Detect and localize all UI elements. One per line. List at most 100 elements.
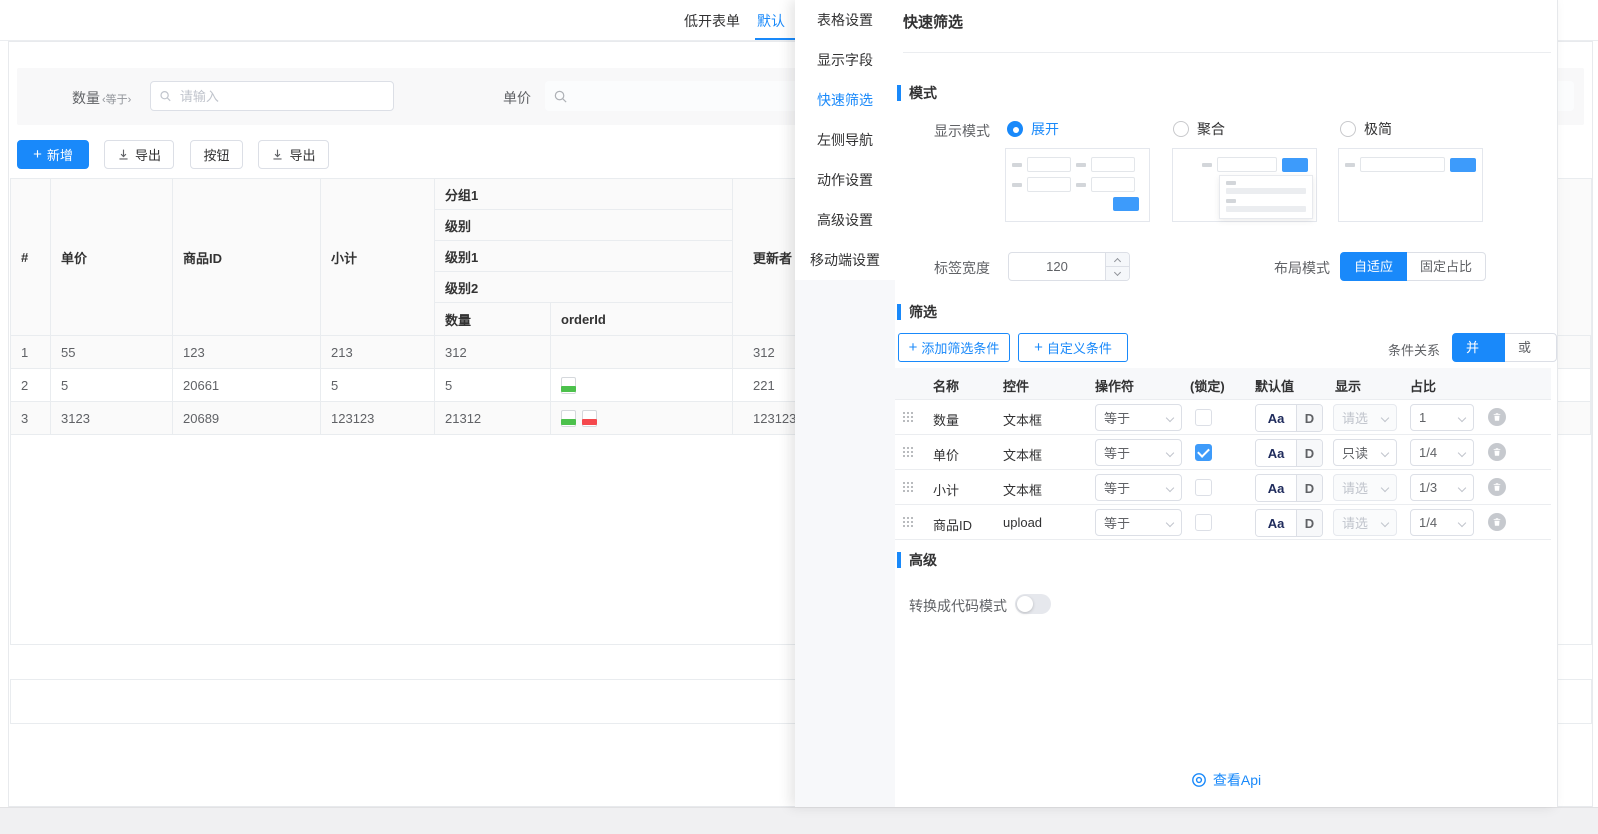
- custom-condition-button[interactable]: +自定义条件: [1018, 333, 1128, 362]
- file-icon-green[interactable]: [561, 377, 576, 394]
- add-button[interactable]: +新增: [17, 140, 89, 169]
- drag-handle-icon[interactable]: [903, 447, 905, 449]
- ratio-select[interactable]: 1/4: [1410, 439, 1474, 466]
- default-d-button[interactable]: D: [1296, 405, 1322, 431]
- preview-expand-mode[interactable]: [1005, 148, 1150, 222]
- stepper-down-button[interactable]: [1106, 267, 1129, 280]
- display-select[interactable]: 请选: [1333, 404, 1397, 431]
- radio-expand[interactable]: 展开: [1007, 119, 1059, 139]
- col-locked: (锁定): [1190, 376, 1225, 395]
- condition-control: 文本框: [1003, 410, 1042, 429]
- sidebar-item-advanced-settings[interactable]: 高级设置: [795, 200, 895, 240]
- cell-index: 1: [11, 336, 51, 368]
- lock-checkbox[interactable]: [1195, 479, 1212, 496]
- col-display: 显示: [1335, 376, 1361, 395]
- sidebar-item-display-fields[interactable]: 显示字段: [795, 40, 895, 80]
- label-width-stepper[interactable]: 120: [1008, 252, 1130, 281]
- export-button-2[interactable]: 导出: [258, 140, 329, 169]
- section-mode: 模式: [897, 84, 937, 102]
- code-mode-label: 转换成代码模式: [909, 596, 1007, 616]
- qty-search-input[interactable]: [150, 81, 394, 111]
- view-api-link[interactable]: 查看Api: [895, 770, 1557, 790]
- preview-aggregate-mode[interactable]: [1172, 148, 1317, 222]
- search-icon: [159, 89, 172, 103]
- col-control: 控件: [1003, 376, 1029, 395]
- layout-fixed-ratio-button[interactable]: 固定占比: [1406, 252, 1486, 281]
- drag-handle-icon[interactable]: [903, 517, 905, 519]
- search-icon: [553, 89, 568, 104]
- lock-checkbox[interactable]: [1195, 409, 1212, 426]
- label-width-value[interactable]: 120: [1009, 253, 1105, 280]
- relation-and-button[interactable]: 并且: [1452, 333, 1505, 362]
- filter-condition-row: 小计 文本框 等于 AaD 请选 1/3: [895, 470, 1551, 505]
- condition-control: upload: [1003, 515, 1042, 530]
- default-value-button[interactable]: Aa: [1256, 440, 1296, 466]
- sidebar-item-action-settings[interactable]: 动作设置: [795, 160, 895, 200]
- operator-select[interactable]: 等于: [1095, 439, 1182, 466]
- cell-subtotal: 213: [321, 336, 435, 368]
- drag-handle-icon[interactable]: [903, 482, 905, 484]
- ratio-select[interactable]: 1/3: [1410, 474, 1474, 501]
- layout-mode-segmented: 自适应 固定占比: [1340, 252, 1486, 281]
- default-value-button[interactable]: Aa: [1256, 405, 1296, 431]
- col-header-index: #: [11, 179, 51, 335]
- plus-icon: +: [1034, 340, 1043, 355]
- default-d-button[interactable]: D: [1296, 475, 1322, 501]
- file-icon-green[interactable]: [561, 410, 576, 427]
- condition-relation-label: 条件关系: [1388, 340, 1440, 359]
- delete-icon[interactable]: [1488, 443, 1506, 461]
- default-d-button[interactable]: D: [1296, 440, 1322, 466]
- lock-checkbox[interactable]: [1195, 444, 1212, 461]
- display-select[interactable]: 请选: [1333, 474, 1397, 501]
- tab-low-open-form[interactable]: 低开表单: [684, 11, 740, 31]
- radio-minimal[interactable]: 极简: [1340, 119, 1392, 139]
- stepper-up-button[interactable]: [1106, 253, 1129, 267]
- sidebar-item-quick-filter[interactable]: 快速筛选: [795, 80, 895, 120]
- cell-qty: 21312: [435, 402, 551, 434]
- sidebar-item-table-settings[interactable]: 表格设置: [795, 0, 895, 40]
- sidebar-item-mobile-settings[interactable]: 移动端设置: [795, 240, 895, 280]
- active-tab-indicator: [755, 38, 795, 40]
- code-mode-toggle[interactable]: [1015, 594, 1051, 614]
- ratio-select[interactable]: 1: [1410, 404, 1474, 431]
- export-button-1[interactable]: 导出: [104, 140, 174, 169]
- drawer-content: 快速筛选 模式 显示模式 展开 聚合 极简: [895, 0, 1557, 807]
- operator-select[interactable]: 等于: [1095, 509, 1182, 536]
- qty-search-field[interactable]: [178, 88, 385, 105]
- section-title: 筛选: [909, 302, 937, 322]
- preview-button: [1450, 158, 1476, 172]
- cell-index: 3: [11, 402, 51, 434]
- file-icon-red[interactable]: [582, 410, 597, 427]
- display-select[interactable]: 只读: [1333, 439, 1397, 466]
- section-advanced: 高级: [897, 551, 937, 569]
- preview-minimal-mode[interactable]: [1338, 148, 1483, 222]
- drag-handle-icon[interactable]: [903, 412, 905, 414]
- display-select[interactable]: 请选: [1333, 509, 1397, 536]
- button-button[interactable]: 按钮: [190, 140, 243, 169]
- default-value-group: AaD: [1255, 509, 1323, 537]
- operator-select[interactable]: 等于: [1095, 404, 1182, 431]
- relation-or-button[interactable]: 或者: [1504, 333, 1557, 362]
- default-value-group: AaD: [1255, 474, 1323, 502]
- delete-icon[interactable]: [1488, 478, 1506, 496]
- lock-checkbox[interactable]: [1195, 514, 1212, 531]
- tab-default[interactable]: 默认: [757, 11, 785, 31]
- delete-icon[interactable]: [1488, 513, 1506, 531]
- col-header-price: 单价: [51, 179, 173, 335]
- radio-aggregate[interactable]: 聚合: [1173, 119, 1225, 139]
- default-value-button[interactable]: Aa: [1256, 475, 1296, 501]
- ratio-select[interactable]: 1/4: [1410, 509, 1474, 536]
- delete-icon[interactable]: [1488, 408, 1506, 426]
- default-value-button[interactable]: Aa: [1256, 510, 1296, 536]
- download-icon: [117, 148, 130, 161]
- default-d-button[interactable]: D: [1296, 510, 1322, 536]
- plus-icon: +: [33, 147, 42, 162]
- layout-adaptive-button[interactable]: 自适应: [1340, 252, 1407, 281]
- cell-subtotal: 5: [321, 369, 435, 401]
- operator-select[interactable]: 等于: [1095, 474, 1182, 501]
- sidebar-item-left-nav[interactable]: 左侧导航: [795, 120, 895, 160]
- filter-table-header: 名称 控件 操作符 (锁定) 默认值 显示 占比: [895, 368, 1551, 400]
- add-filter-condition-button[interactable]: +添加筛选条件: [898, 333, 1010, 362]
- default-value-group: AaD: [1255, 404, 1323, 432]
- col-operator: 操作符: [1095, 376, 1134, 395]
